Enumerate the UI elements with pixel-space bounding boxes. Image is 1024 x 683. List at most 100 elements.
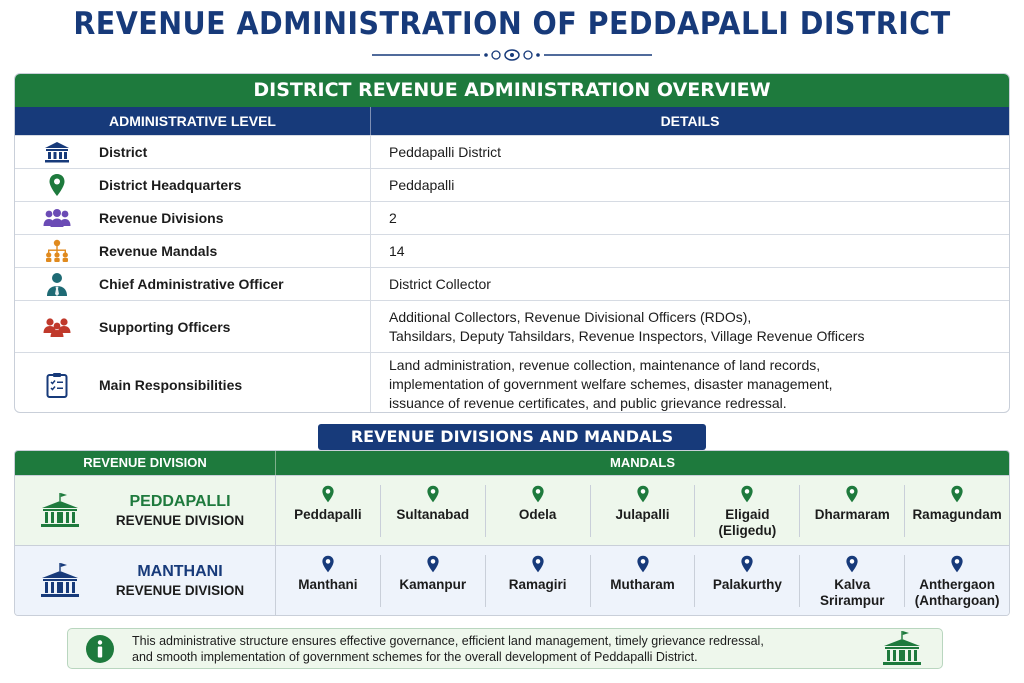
mandal-name-line: Odela [518,506,557,522]
mandal-name-line: Kamanpur [399,576,467,592]
detail-text: Tahsildars, Deputy Tahsildars, Revenue I… [389,327,865,344]
location-pin-icon [322,485,334,502]
team-icon [15,317,99,337]
table-row: Chief Administrative Officer District Co… [15,267,1009,300]
detail-text: Peddapalli [389,176,455,193]
mandal-item: Mutharam [591,554,696,607]
level-label: Supporting Officers [99,318,231,335]
detail-text: Land administration, revenue collection,… [389,357,821,373]
building-icon [15,141,99,163]
clipboard-icon [15,372,99,398]
location-pin-icon [846,555,858,572]
level-label: District [99,144,148,160]
mandal-name: Julapalli [615,507,669,523]
mandal-name: Manthani [298,577,357,593]
division-subtitle: REVENUE DIVISION [115,513,245,528]
mandal-item: Ramagundam [905,485,1009,537]
government-building-icon [15,492,105,529]
division-name: MANTHANI [137,563,223,580]
table-row: District Headquarters Peddapalli [15,168,1009,201]
mandal-name: Palakurthy [713,577,782,593]
mandal-name-line: Eligaid [725,506,770,522]
level-label: Chief Administrative Officer [99,276,284,292]
government-building-icon [862,630,942,667]
table-row: Revenue Mandals 14 [15,234,1009,267]
detail-text: 2 [389,209,397,226]
detail-text: Additional Collectors, Revenue Divisiona… [389,308,752,325]
mandal-name-line: (Anthargoan) [914,592,1000,608]
info-note: This administrative structure ensures ef… [67,628,943,669]
column-mandals: MANDALS [610,455,675,470]
mandal-name: Ramagundam [912,507,1001,523]
mandal-item: Kalva Srirampur [800,554,906,608]
division-row-peddapalli: PEDDAPALLI REVENUE DIVISION Peddapalli Su… [15,475,1009,545]
mandal-list: Peddapalli Sultanabad Odela Julapalli Eligai… [276,476,1009,545]
mandal-name: Kamanpur [399,577,466,593]
detail-text: issuance of revenue certificates, and pu… [389,395,787,411]
mandal-name-line: Anthergaon [919,576,995,592]
mandal-name-line: (Eligedu) [718,522,777,538]
note-text: and smooth implementation of government … [132,649,698,664]
mandal-name: Anthergaon (Anthargoan) [915,577,1000,609]
mandal-name-line: Kalva [834,576,871,592]
divisions-table: REVENUE DIVISION MANDALS PEDDAPALLI REVE… [14,450,1010,616]
hierarchy-icon [15,239,99,263]
mandal-item: Odela [486,484,591,537]
table-row: Revenue Divisions 2 [15,201,1009,234]
location-pin-icon [741,485,753,502]
mandal-name-line: Ramagiri [508,576,567,592]
mandal-item: Manthani [276,554,381,607]
location-pin-icon [741,555,753,572]
division-subtitle: REVENUE DIVISION [115,583,245,598]
mandal-name-line: Mutharam [610,576,675,592]
info-icon [68,634,132,664]
divisions-column-headers: REVENUE DIVISION MANDALS [15,451,1009,475]
location-pin-icon [322,555,334,572]
detail-text: implementation of government welfare sch… [389,376,833,392]
level-label: Revenue Mandals [99,243,218,259]
table-row: Main Responsibilities Land administratio… [15,352,1009,412]
location-pin-icon [846,485,858,502]
location-pin-icon [427,555,439,572]
location-pin-icon [636,555,649,572]
mandal-name-line: Peddapalli [294,506,362,522]
detail-text: Peddapalli District [389,143,502,160]
mandal-name-line: Palakurthy [712,576,782,592]
overview-column-headers: ADMINISTRATIVE LEVEL DETAILS [15,107,1009,135]
mandal-name: Peddapalli [294,507,362,523]
division-name: PEDDAPALLI [129,493,231,510]
location-pin-icon [15,173,99,197]
level-label: Main Responsibilities [99,376,243,393]
location-pin-icon [532,555,544,572]
mandal-item: Eligaid (Eligedu) [695,484,801,539]
location-pin-icon [951,485,963,502]
mandal-name: Mutharam [610,577,675,593]
column-administrative-level: ADMINISTRATIVE LEVEL [15,107,371,135]
division-row-manthani: MANTHANI REVENUE DIVISION Manthani Kamanp… [15,545,1009,615]
mandal-name-line: Dharmaram [814,506,890,522]
mandal-item: Kamanpur [381,554,486,607]
mandal-name: Ramagiri [509,577,567,593]
mandal-name-line: Julapalli [615,506,670,522]
page-title: REVENUE ADMINISTRATION OF PEDDAPALLI DIS… [73,6,951,42]
mandal-name: Eligaid (Eligedu) [718,507,776,539]
mandal-item: Julapalli [591,484,696,537]
ornament-divider [372,49,652,61]
location-pin-icon [532,485,544,502]
mandal-item: Anthergaon (Anthargoan) [905,555,1009,609]
location-pin-icon [951,555,963,572]
officer-icon [15,272,99,296]
column-details: DETAILS [660,113,720,129]
government-building-icon [15,562,105,599]
mandal-item: Dharmaram [800,484,906,537]
overview-heading: DISTRICT REVENUE ADMINISTRATION OVERVIEW [15,74,1009,107]
mandal-name-line: Ramagundam [912,506,1002,522]
mandal-item: Peddapalli [276,484,381,537]
mandal-name: Sultanabad [396,507,469,523]
mandal-name-line: Sultanabad [396,506,470,522]
note-text: This administrative structure ensures ef… [132,633,764,648]
table-row: District Peddapalli District [15,135,1009,168]
detail-text: 14 [389,242,405,259]
mandal-item: Palakurthy [695,554,801,607]
detail-text: District Collector [389,275,491,292]
